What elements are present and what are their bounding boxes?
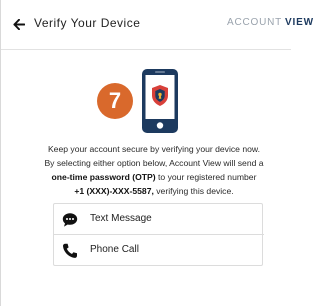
text-message-label: Text Message: [90, 213, 152, 224]
desc-line-1: Keep your account secure by verifying yo…: [47, 144, 261, 154]
desc-line-3: to your registered number: [155, 172, 257, 182]
brand-logo-bold: VIEW: [285, 17, 314, 28]
phone-icon: [63, 243, 77, 258]
text-message-option[interactable]: Text Message: [54, 204, 264, 235]
brand-logo-light: ACCOUNT: [227, 17, 283, 28]
page-title: Verify Your Device: [34, 16, 141, 30]
phone-call-option[interactable]: Phone Call: [54, 235, 264, 266]
registered-phone-number: +1 (XXX)-XXX-5587,: [74, 186, 154, 196]
phone-shield-icon: [142, 69, 178, 133]
header-bar: Verify Your Device ACCOUNT VIEW: [1, 0, 313, 50]
step-number-badge: 7: [97, 83, 133, 119]
brand-logo: ACCOUNT VIEW: [227, 17, 314, 28]
arrow-left-icon: [13, 18, 25, 30]
verification-description: Keep your account secure by verifying yo…: [23, 142, 285, 198]
back-button[interactable]: [12, 17, 26, 31]
verification-options: Text Message Phone Call: [53, 203, 264, 266]
phone-call-label: Phone Call: [90, 244, 139, 255]
chat-bubble-icon: [62, 213, 78, 227]
verify-device-panel: Verify Your Device ACCOUNT VIEW 7 Keep yo…: [0, 0, 313, 306]
otp-text: one-time password (OTP): [51, 172, 156, 182]
desc-line-2: By selecting either option below, Accoun…: [44, 158, 264, 168]
desc-line-4: verifying this device.: [153, 186, 234, 196]
